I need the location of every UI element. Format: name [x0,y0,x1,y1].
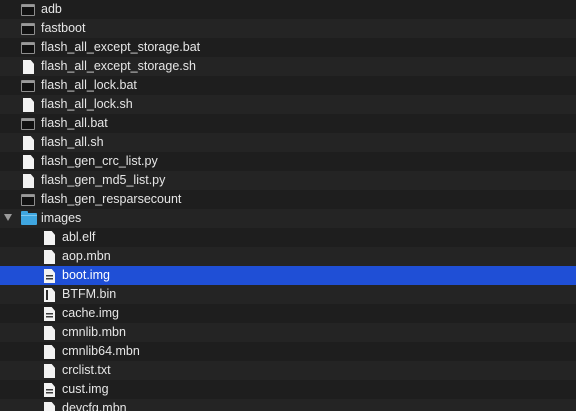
file-name: boot.img [62,268,110,282]
list-item[interactable]: adb [0,0,576,19]
terminal-icon [21,42,35,54]
image-document-icon [44,269,55,283]
document-icon [23,174,34,188]
list-item[interactable]: flash_gen_resparsecount [0,190,576,209]
file-name: fastboot [41,21,86,35]
file-name: devcfg.mbn [62,401,127,411]
document-icon [44,326,55,340]
file-name: BTFM.bin [62,287,117,301]
list-item[interactable]: crclist.txt [0,361,576,380]
document-icon [44,364,55,378]
file-name: cmnlib.mbn [62,325,126,339]
file-name: flash_all_except_storage.sh [41,59,196,73]
terminal-icon [21,80,35,92]
disclosure-triangle-icon[interactable] [4,214,12,221]
folder-row-images[interactable]: images [0,209,576,228]
list-item[interactable]: fastboot [0,19,576,38]
file-name: flash_all.sh [41,135,104,149]
file-name: cache.img [62,306,119,320]
file-name: crclist.txt [62,363,111,377]
list-item[interactable]: cmnlib64.mbn [0,342,576,361]
list-item[interactable]: flash_all_lock.sh [0,95,576,114]
document-icon [44,345,55,359]
list-item[interactable]: flash_all.bat [0,114,576,133]
file-name: flash_gen_resparsecount [41,192,182,206]
terminal-icon [21,194,35,206]
file-name: cmnlib64.mbn [62,344,140,358]
terminal-icon [21,23,35,35]
document-icon [44,231,55,245]
file-name: aop.mbn [62,249,111,263]
list-item[interactable]: flash_all.sh [0,133,576,152]
terminal-icon [21,118,35,130]
file-name: adb [41,2,62,16]
list-item[interactable]: abl.elf [0,228,576,247]
list-item-selected[interactable]: boot.img [0,266,576,285]
file-name: flash_all_lock.bat [41,78,137,92]
file-name: flash_all_except_storage.bat [41,40,201,54]
list-item[interactable]: flash_gen_crc_list.py [0,152,576,171]
folder-name: images [41,211,82,225]
file-name: flash_all.bat [41,116,108,130]
file-name: flash_gen_md5_list.py [41,173,166,187]
image-document-icon [44,383,55,397]
list-item[interactable]: aop.mbn [0,247,576,266]
binary-document-icon [44,288,55,302]
document-icon [44,250,55,264]
document-icon [23,155,34,169]
list-item[interactable]: flash_all_except_storage.bat [0,38,576,57]
list-item[interactable]: cust.img [0,380,576,399]
list-item[interactable]: flash_gen_md5_list.py [0,171,576,190]
terminal-icon [21,4,35,16]
list-item[interactable]: BTFM.bin [0,285,576,304]
folder-icon [21,211,37,225]
document-icon [23,98,34,112]
document-icon [23,136,34,150]
list-item[interactable]: cmnlib.mbn [0,323,576,342]
list-item[interactable]: flash_all_lock.bat [0,76,576,95]
file-name: cust.img [62,382,109,396]
file-list: adb fastboot flash_all_except_storage.ba… [0,0,576,411]
document-icon [44,402,55,411]
list-item[interactable]: devcfg.mbn [0,399,576,411]
file-name: flash_gen_crc_list.py [41,154,158,168]
list-item[interactable]: cache.img [0,304,576,323]
file-name: abl.elf [62,230,96,244]
list-item[interactable]: flash_all_except_storage.sh [0,57,576,76]
document-icon [23,60,34,74]
image-document-icon [44,307,55,321]
file-name: flash_all_lock.sh [41,97,133,111]
